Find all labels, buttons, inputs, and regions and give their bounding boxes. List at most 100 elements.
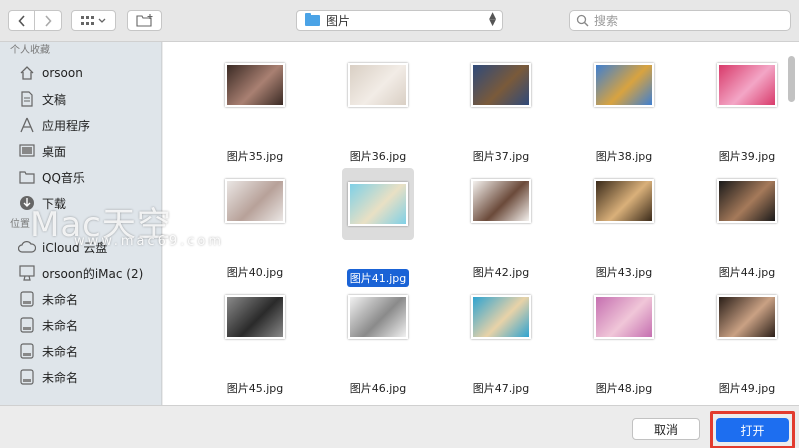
disk-icon bbox=[18, 342, 36, 360]
image-thumbnail bbox=[225, 295, 285, 339]
location-label: 图片 bbox=[326, 14, 351, 28]
sidebar-item-label: orsoon的iMac (2) bbox=[42, 266, 144, 281]
image-thumbnail bbox=[348, 63, 408, 107]
file-item[interactable]: 图片38.jpg bbox=[569, 52, 679, 165]
sidebar-item-label: 应用程序 bbox=[42, 118, 91, 133]
file-name: 图片38.jpg bbox=[595, 150, 653, 163]
file-item[interactable]: 图片35.jpg bbox=[200, 52, 310, 165]
file-name: 图片42.jpg bbox=[472, 266, 530, 279]
thumbnail-frame bbox=[342, 168, 414, 240]
back-button[interactable] bbox=[8, 10, 35, 31]
file-item[interactable]: 图片45.jpg bbox=[200, 284, 310, 397]
image-thumbnail bbox=[594, 295, 654, 339]
new-folder-button[interactable] bbox=[127, 10, 162, 31]
file-item[interactable]: 图片37.jpg bbox=[446, 52, 556, 165]
file-name: 图片48.jpg bbox=[595, 382, 653, 395]
file-item[interactable]: 图片43.jpg bbox=[569, 168, 679, 281]
file-item[interactable]: 图片41.jpg bbox=[323, 168, 433, 287]
file-item[interactable]: 图片40.jpg bbox=[200, 168, 310, 281]
grid-view-icon bbox=[80, 15, 105, 25]
sidebar-item-untitled-4[interactable]: 未命名 bbox=[0, 364, 161, 390]
file-item[interactable]: 图片48.jpg bbox=[569, 284, 679, 397]
thumbnail-frame bbox=[200, 284, 310, 350]
image-thumbnail bbox=[594, 63, 654, 107]
folder-icon bbox=[18, 168, 36, 186]
file-item[interactable]: 图片42.jpg bbox=[446, 168, 556, 281]
thumbnail-frame bbox=[200, 168, 310, 234]
apps-icon bbox=[18, 116, 36, 134]
sidebar-item-label: 未命名 bbox=[42, 318, 79, 333]
thumbnail-frame bbox=[692, 52, 799, 118]
image-thumbnail bbox=[471, 295, 531, 339]
sidebar-item-untitled-3[interactable]: 未命名 bbox=[0, 338, 161, 364]
sidebar-item-label: 未命名 bbox=[42, 344, 79, 359]
sidebar-item-documents[interactable]: 文稿 bbox=[0, 86, 161, 112]
thumbnail-frame bbox=[446, 52, 556, 118]
cancel-button[interactable]: 取消 bbox=[632, 418, 700, 440]
image-thumbnail bbox=[717, 63, 777, 107]
watermark-url: www.mac69.com bbox=[74, 234, 225, 249]
sidebar-item-untitled-1[interactable]: 未命名 bbox=[0, 286, 161, 312]
new-folder-icon bbox=[135, 13, 152, 27]
thumbnail-frame bbox=[692, 168, 799, 234]
file-name: 图片35.jpg bbox=[226, 150, 284, 163]
file-item[interactable]: 图片44.jpg bbox=[692, 168, 799, 281]
image-thumbnail bbox=[348, 182, 408, 226]
location-popup[interactable]: 图片 ▲ ▼ bbox=[296, 10, 503, 31]
sidebar-item-label: 桌面 bbox=[42, 144, 67, 159]
file-name: 图片47.jpg bbox=[472, 382, 530, 395]
disk-icon bbox=[18, 316, 36, 334]
file-item[interactable]: 图片47.jpg bbox=[446, 284, 556, 397]
favorites-heading: 个人收藏 bbox=[10, 45, 50, 56]
view-mode-button[interactable] bbox=[71, 10, 116, 31]
footer-bar: 取消 打开 bbox=[0, 405, 799, 448]
thumbnail-frame bbox=[692, 284, 799, 350]
image-thumbnail bbox=[471, 179, 531, 223]
updown-chevron-icon: ▲ ▼ bbox=[489, 11, 496, 28]
search-placeholder: 搜索 bbox=[594, 14, 619, 28]
sidebar-item-desktop[interactable]: 桌面 bbox=[0, 138, 161, 164]
imac-icon bbox=[18, 264, 36, 282]
image-thumbnail bbox=[225, 63, 285, 107]
file-grid: 图片35.jpg 图片36.jpg 图片37.jpg 图片38.jpg 图片39.jpg… bbox=[163, 42, 799, 405]
desktop-icon bbox=[18, 142, 36, 160]
sidebar-item-imac[interactable]: orsoon的iMac (2) bbox=[0, 260, 161, 286]
thumbnail-frame bbox=[323, 284, 433, 350]
image-thumbnail bbox=[717, 295, 777, 339]
file-name: 图片49.jpg bbox=[718, 382, 776, 395]
disk-icon bbox=[18, 290, 36, 308]
sidebar-item-applications[interactable]: 应用程序 bbox=[0, 112, 161, 138]
forward-button[interactable] bbox=[35, 10, 62, 31]
sidebar-item-orsoon[interactable]: orsoon bbox=[0, 60, 161, 86]
sidebar-item-untitled-2[interactable]: 未命名 bbox=[0, 312, 161, 338]
disk-icon bbox=[18, 368, 36, 386]
toolbar: 图片 ▲ ▼ 搜索 bbox=[0, 0, 799, 42]
file-item[interactable]: 图片49.jpg bbox=[692, 284, 799, 397]
file-name: 图片45.jpg bbox=[226, 382, 284, 395]
folder-icon bbox=[305, 13, 320, 26]
file-item[interactable]: 图片39.jpg bbox=[692, 52, 799, 165]
home-icon bbox=[18, 64, 36, 82]
file-item[interactable]: 图片36.jpg bbox=[323, 52, 433, 165]
image-thumbnail bbox=[717, 179, 777, 223]
thumbnail-frame bbox=[569, 52, 679, 118]
image-thumbnail bbox=[225, 179, 285, 223]
thumbnail-frame bbox=[569, 284, 679, 350]
file-name: 图片37.jpg bbox=[472, 150, 530, 163]
sidebar-item-label: 未命名 bbox=[42, 370, 79, 385]
sidebar-item-label: orsoon bbox=[42, 66, 83, 80]
chevron-right-icon bbox=[45, 14, 52, 27]
sidebar-item-label: QQ音乐 bbox=[42, 170, 85, 185]
sidebar-item-qqmusic[interactable]: QQ音乐 bbox=[0, 164, 161, 190]
search-field[interactable]: 搜索 bbox=[569, 10, 791, 31]
open-button[interactable]: 打开 bbox=[716, 418, 789, 442]
thumbnail-frame bbox=[200, 52, 310, 118]
thumbnail-frame bbox=[323, 52, 433, 118]
file-name: 图片39.jpg bbox=[718, 150, 776, 163]
image-thumbnail bbox=[594, 179, 654, 223]
file-item[interactable]: 图片46.jpg bbox=[323, 284, 433, 397]
document-icon bbox=[18, 90, 36, 108]
image-thumbnail bbox=[471, 63, 531, 107]
search-icon bbox=[576, 14, 589, 27]
chevron-left-icon bbox=[17, 14, 25, 27]
